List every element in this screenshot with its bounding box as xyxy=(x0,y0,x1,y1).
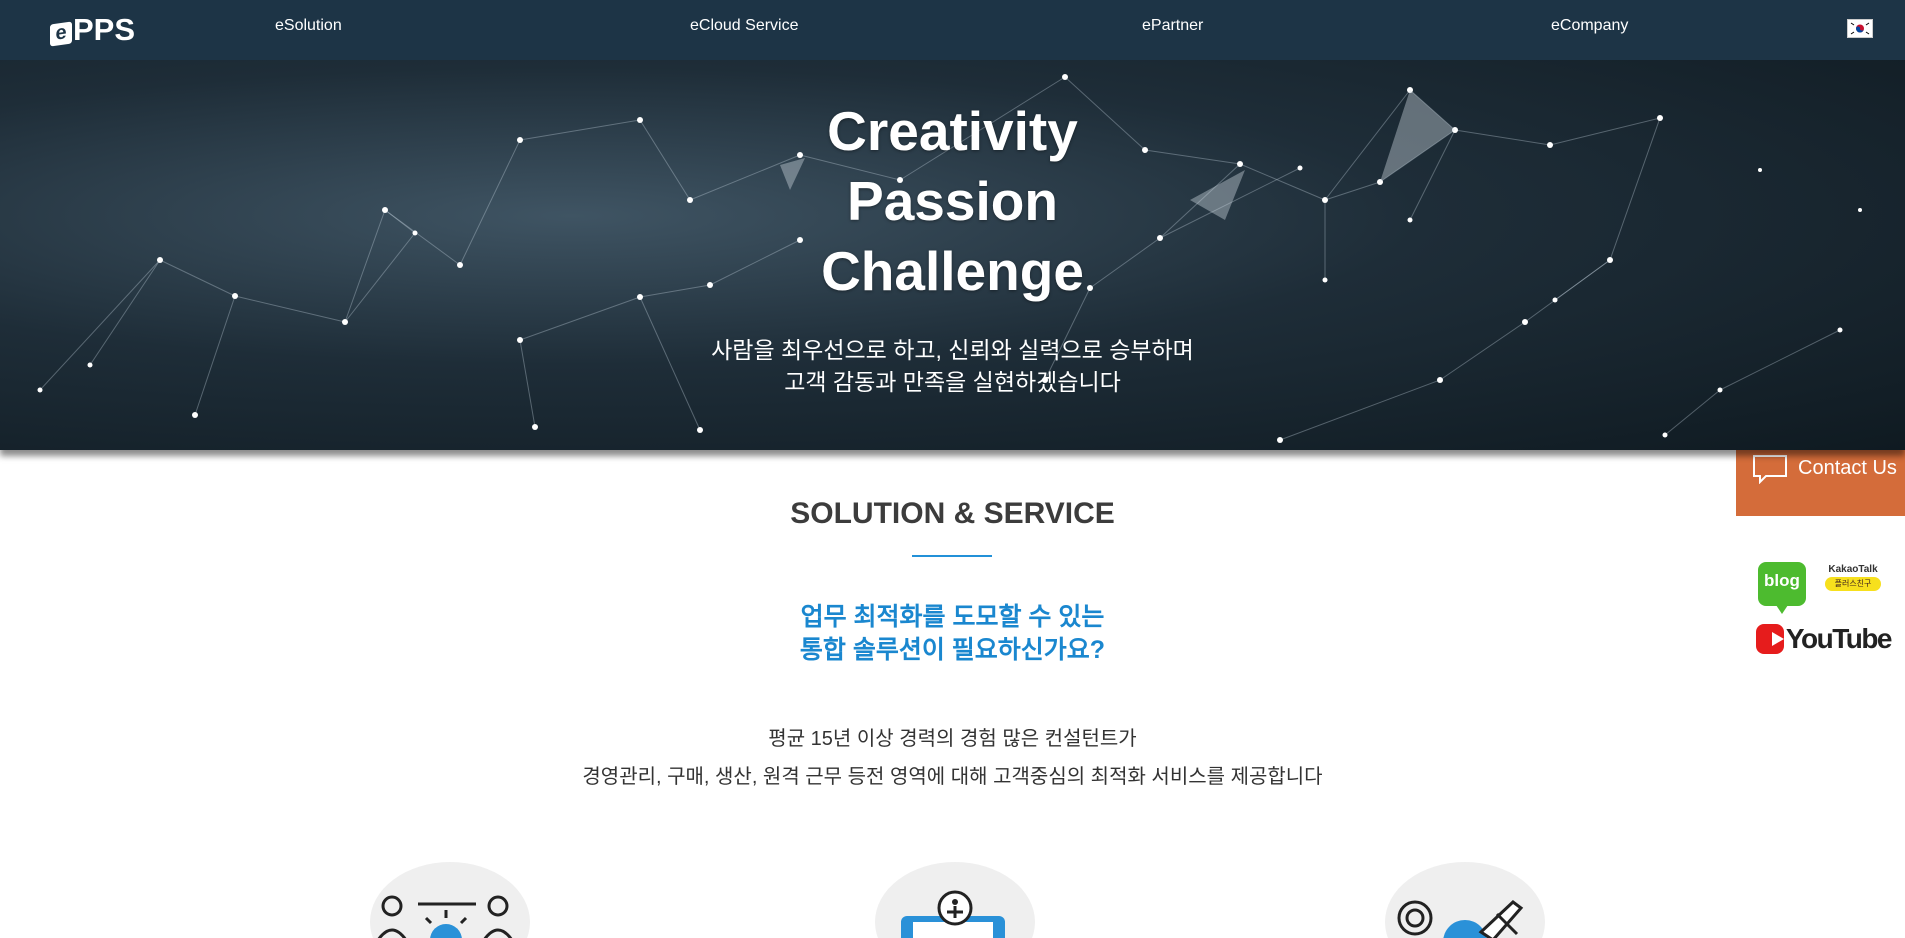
kakaotalk-title: KakaoTalk xyxy=(1828,564,1878,575)
section-description: 평균 15년 이상 경력의 경험 많은 컨설턴트가 경영관리, 구매, 생산, … xyxy=(0,720,1905,796)
hero-title-line: Challenge xyxy=(821,240,1084,302)
section-title: SOLUTION & SERVICE xyxy=(790,497,1115,530)
nav-item-epartner[interactable]: ePartner xyxy=(1142,17,1203,35)
logo-mark: e xyxy=(50,21,72,47)
hero-subtitle-line: 고객 감동과 만족을 실현하겠습니다 xyxy=(784,369,1121,395)
hero-title: Creativity Passion Challenge xyxy=(0,96,1905,306)
nav-item-esolution[interactable]: eSolution xyxy=(275,17,342,35)
section-headline: 업무 최적화를 도모할 수 있는 통합 솔루션이 필요하신가요? xyxy=(0,601,1905,667)
youtube-play-icon xyxy=(1756,624,1784,654)
logo-text: PPS xyxy=(73,12,136,47)
site-logo[interactable]: e PPS xyxy=(50,12,135,48)
contact-us-label: Contact Us xyxy=(1798,457,1897,479)
section-description-line: 평균 15년 이상 경력의 경험 많은 컨설턴트가 xyxy=(768,728,1137,750)
blog-label: blog xyxy=(1764,571,1800,590)
section-divider xyxy=(912,555,992,557)
top-navigation: e PPS eSolution eCloud Service ePartner … xyxy=(0,0,1905,60)
hero-subtitle: 사람을 최우선으로 하고, 신뢰와 실력으로 승부하며 고객 감동과 만족을 실… xyxy=(0,334,1905,398)
section-headline-line: 통합 솔루션이 필요하신가요? xyxy=(799,636,1106,664)
kakaotalk-plus-friend-link[interactable]: KakaoTalk 플러스친구 xyxy=(1825,564,1881,594)
nav-item-ecompany[interactable]: eCompany xyxy=(1551,17,1628,35)
hero-subtitle-line: 사람을 최우선으로 하고, 신뢰와 실력으로 승부하며 xyxy=(711,337,1194,363)
kakaotalk-plus-friend-badge: 플러스친구 xyxy=(1825,577,1881,591)
section-description-line: 경영관리, 구매, 생산, 원격 근무 등전 영역에 대해 고객중심의 최적화 … xyxy=(582,766,1323,788)
nav-item-ecloud-service[interactable]: eCloud Service xyxy=(690,17,799,35)
team-consulting-icon[interactable] xyxy=(368,862,530,938)
global-travel-icon[interactable] xyxy=(1385,862,1545,938)
youtube-label: YouTube xyxy=(1785,623,1893,654)
section-headline-line: 업무 최적화를 도모할 수 있는 xyxy=(800,603,1105,631)
blog-link[interactable]: blog xyxy=(1758,562,1806,614)
korea-flag-icon[interactable] xyxy=(1847,19,1873,38)
chat-bubble-icon xyxy=(1753,454,1787,484)
hero-title-line: Creativity xyxy=(827,100,1078,162)
youtube-link[interactable]: YouTube xyxy=(1756,623,1893,655)
cloud-device-icon[interactable] xyxy=(875,862,1035,938)
hero-banner: Creativity Passion Challenge 사람을 최우선으로 하… xyxy=(0,60,1905,450)
hero-title-line: Passion xyxy=(847,170,1058,232)
